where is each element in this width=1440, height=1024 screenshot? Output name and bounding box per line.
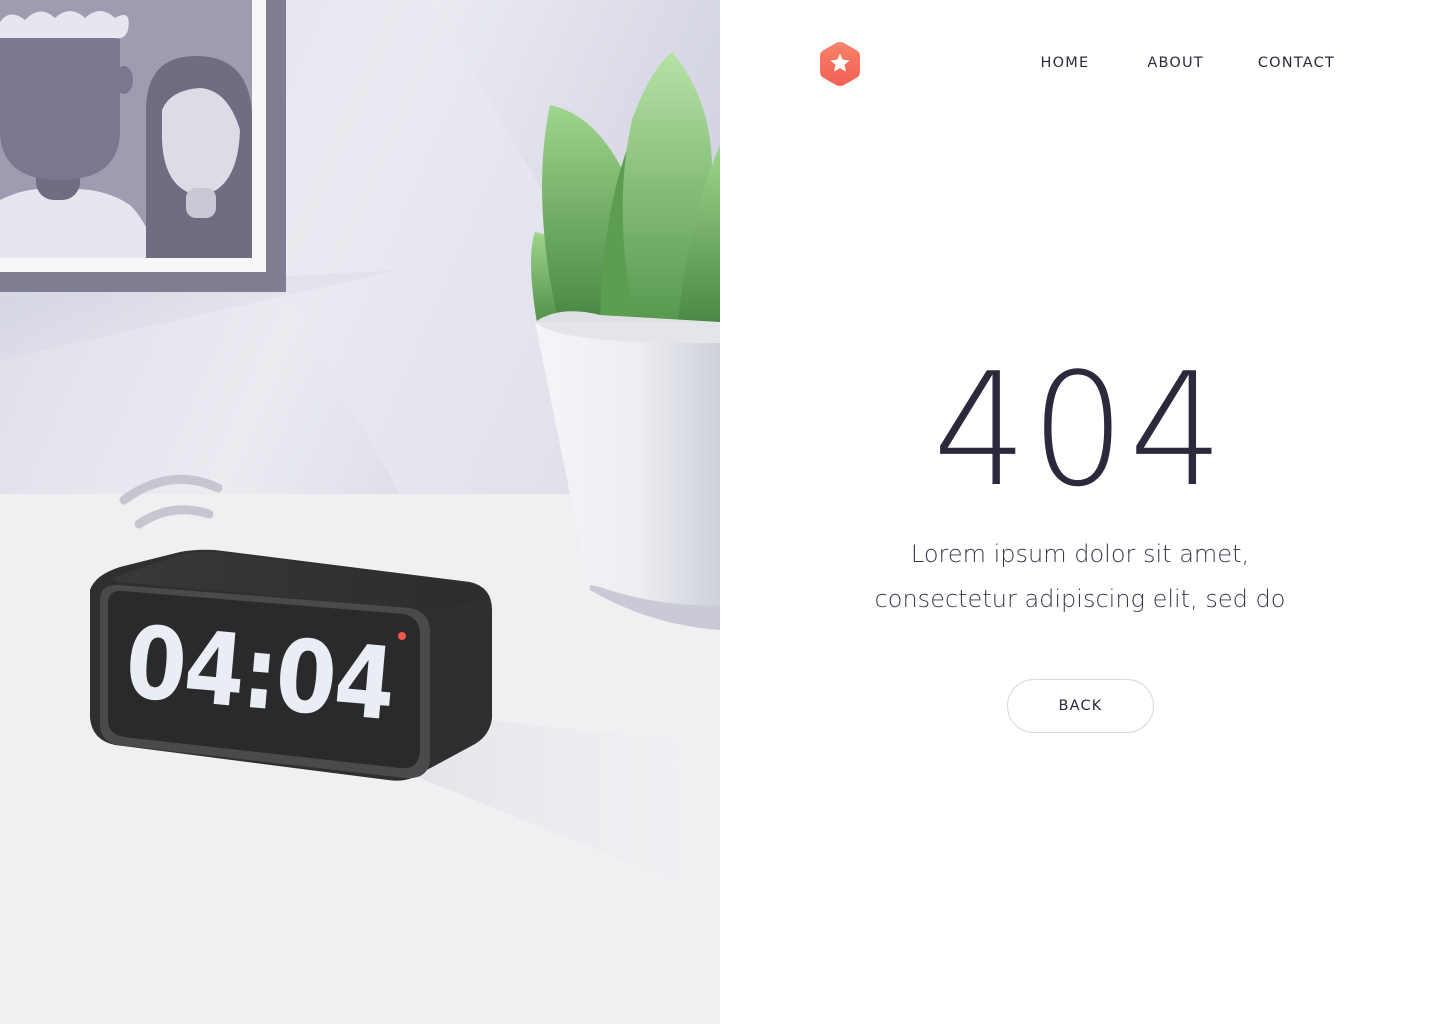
nav-about-link[interactable]: ABOUT: [1147, 52, 1204, 74]
illustration-panel: 04:04: [0, 0, 720, 1024]
picture-frame: [0, 0, 286, 292]
nav-home-link[interactable]: HOME: [1041, 52, 1090, 74]
clock-display: 04:04: [121, 603, 398, 743]
logo-star-hexagon-icon[interactable]: [818, 40, 862, 88]
nav-contact-link[interactable]: CONTACT: [1258, 52, 1335, 74]
back-button[interactable]: BACK: [1007, 679, 1154, 733]
main-nav: HOME ABOUT CONTACT: [1041, 52, 1335, 74]
error-message-line-2: consectetur adipiscing elit, sed do: [874, 585, 1286, 613]
error-404-page: 04:04 HOME ABOUT CONTACT 404 Lorem ipsum…: [0, 0, 1440, 1024]
error-message: Lorem ipsum dolor sit amet, consectetur …: [720, 532, 1440, 622]
alarm-indicator-dot: [398, 632, 406, 640]
error-code-heading: 404: [932, 339, 1228, 521]
error-message-line-1: Lorem ipsum dolor sit amet,: [910, 540, 1250, 568]
content-panel: HOME ABOUT CONTACT 404 Lorem ipsum dolor…: [720, 0, 1440, 1024]
alarm-clock: 04:04: [90, 549, 492, 781]
